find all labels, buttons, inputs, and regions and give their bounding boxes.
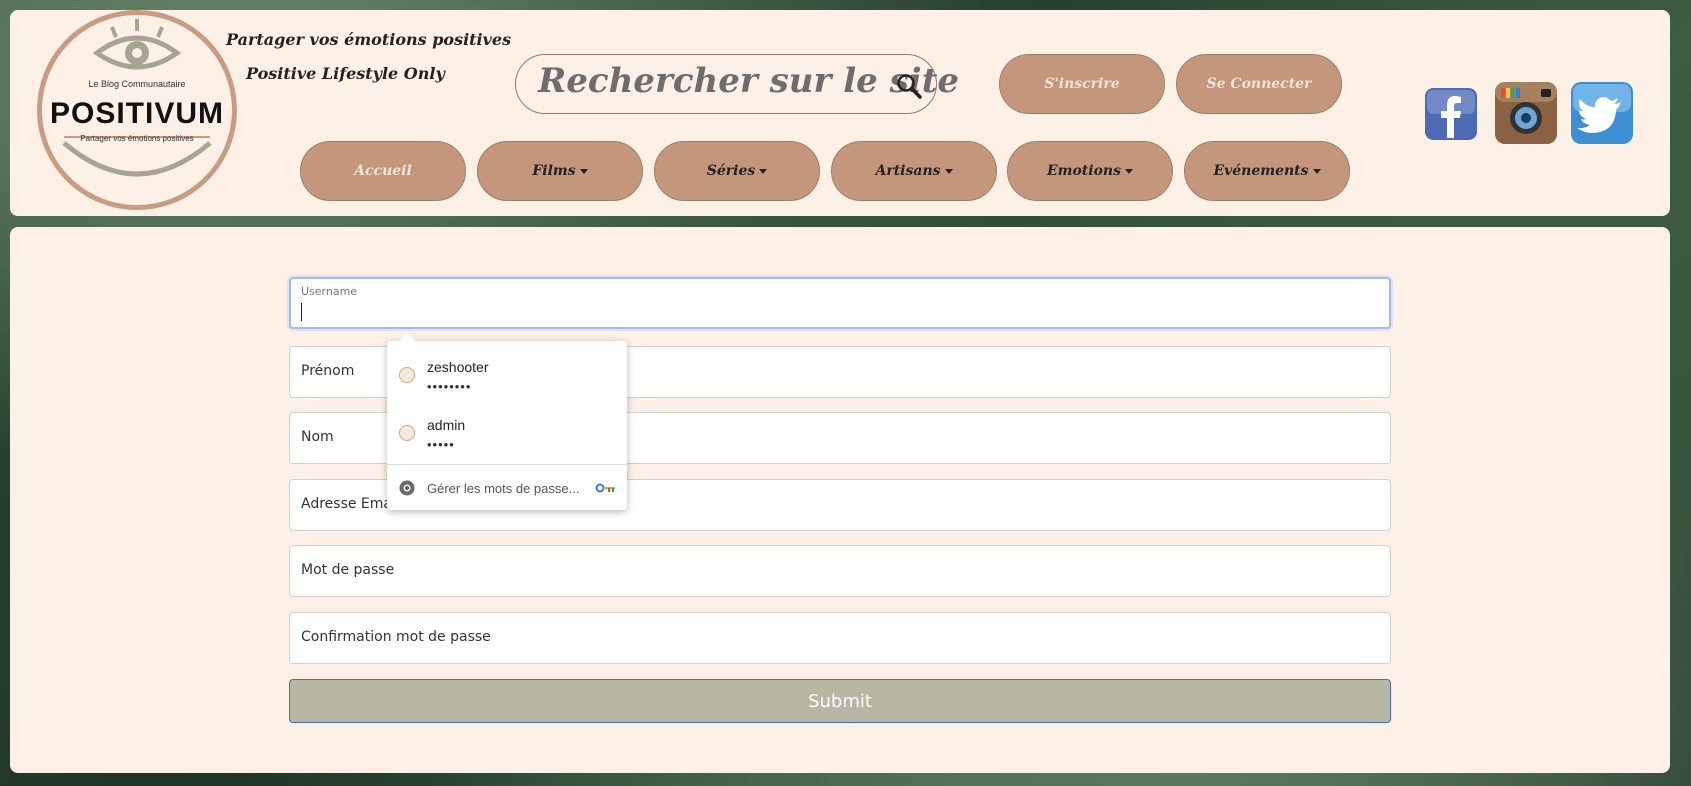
chevron-down-icon xyxy=(579,168,588,174)
manage-passwords-link[interactable]: Gérer les mots de passe... xyxy=(427,481,579,496)
account-password-mask: ••••• xyxy=(427,437,455,452)
twitter-icon[interactable] xyxy=(1571,82,1633,144)
logo-title: POSITIVUM xyxy=(49,97,224,130)
nav-series[interactable]: Séries xyxy=(654,141,820,201)
nav-artisans-label: Artisans xyxy=(875,163,941,179)
site-search-box[interactable]: Rechercher sur le site xyxy=(515,54,959,114)
nav-evenements-label: Evénements xyxy=(1213,163,1309,179)
logo-subtitle-bottom: Partager vos émotions positives xyxy=(80,134,194,143)
registration-panel: Username Prénom Nom Adresse Email Mot de… xyxy=(10,227,1670,773)
nav-emotions-label: Emotions xyxy=(1046,163,1121,179)
submit-button[interactable]: Submit xyxy=(289,679,1391,723)
username-input[interactable]: Username xyxy=(289,277,1391,329)
nav-emotions[interactable]: Emotions xyxy=(1007,141,1173,201)
chevron-down-icon xyxy=(944,168,953,174)
password-placeholder: Mot de passe xyxy=(301,562,395,578)
nav-home-label: Accueil xyxy=(354,163,412,179)
nav-films[interactable]: Films xyxy=(477,141,643,201)
chevron-down-icon xyxy=(1312,168,1321,174)
key-icon xyxy=(595,483,615,493)
logo-subtitle-top: Le Blog Communautaire xyxy=(88,79,186,89)
positivum-logo[interactable]: Le Blog Communautaire POSITIVUM Partager… xyxy=(37,10,237,210)
nav-films-label: Films xyxy=(532,163,576,179)
username-label: Username xyxy=(301,285,358,298)
nav-home[interactable]: Accueil xyxy=(300,141,466,201)
facebook-icon[interactable] xyxy=(1425,88,1477,140)
nav-artisans[interactable]: Artisans xyxy=(831,141,997,201)
chevron-down-icon xyxy=(1125,168,1133,174)
signup-button[interactable]: S'inscrire xyxy=(999,54,1165,114)
account-name: admin xyxy=(427,417,466,433)
password-confirm-input[interactable]: Confirmation mot de passe xyxy=(289,612,1391,664)
login-button[interactable]: Se Connecter xyxy=(1176,54,1342,114)
site-favicon-icon xyxy=(399,367,415,383)
tagline-secondary: Positive Lifestyle Only xyxy=(246,64,445,83)
firstname-placeholder: Prénom xyxy=(301,363,355,379)
search-icon[interactable] xyxy=(896,73,922,99)
autofill-account[interactable]: admin ••••• xyxy=(387,403,627,459)
instagram-icon[interactable] xyxy=(1495,82,1557,144)
nav-series-label: Séries xyxy=(706,163,756,179)
nav-evenements[interactable]: Evénements xyxy=(1184,141,1350,201)
account-password-mask: •••••••• xyxy=(427,379,472,394)
site-header: Le Blog Communautaire POSITIVUM Partager… xyxy=(10,10,1670,216)
lastname-placeholder: Nom xyxy=(301,429,334,445)
password-confirm-placeholder: Confirmation mot de passe xyxy=(301,629,491,645)
popup-divider xyxy=(387,464,627,465)
popup-pointer xyxy=(399,333,415,341)
password-input[interactable]: Mot de passe xyxy=(289,545,1391,597)
account-name: zeshooter xyxy=(427,359,489,375)
email-placeholder: Adresse Email xyxy=(301,496,400,512)
site-favicon-icon xyxy=(399,425,415,441)
autofill-account[interactable]: zeshooter •••••••• xyxy=(387,345,627,401)
password-autofill-popup: zeshooter •••••••• admin ••••• Gérer les… xyxy=(387,333,627,510)
chrome-icon xyxy=(399,480,415,496)
tagline-primary: Partager vos émotions positives xyxy=(226,30,512,49)
text-cursor xyxy=(301,303,302,321)
chevron-down-icon xyxy=(759,168,768,174)
